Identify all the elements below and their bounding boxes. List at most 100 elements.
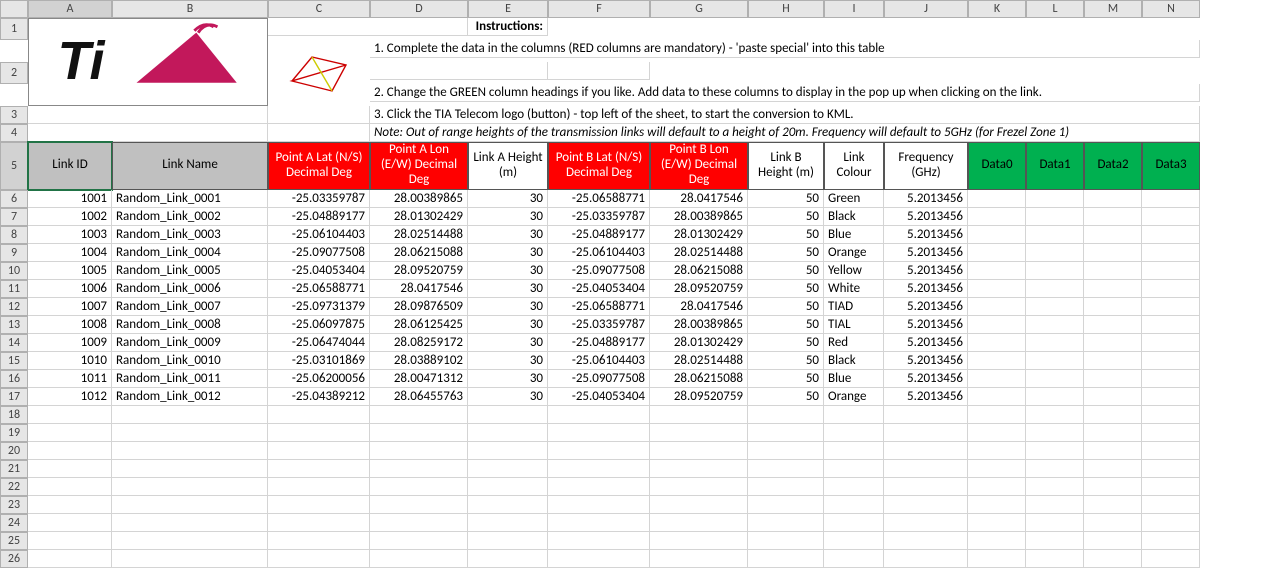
- cell-blon-6[interactable]: 28.0417546: [650, 190, 748, 208]
- cell-empty-25-10[interactable]: [968, 532, 1026, 550]
- cell-empty-26-2[interactable]: [268, 550, 370, 568]
- cell-data2-10[interactable]: [1084, 262, 1142, 280]
- cell-data2-7[interactable]: [1084, 208, 1142, 226]
- cell-empty-23-13[interactable]: [1142, 496, 1200, 514]
- cell-empty-25-0[interactable]: [28, 532, 112, 550]
- cell-bh-15[interactable]: 50: [748, 352, 824, 370]
- cell-blat-7[interactable]: -25.03359787: [548, 208, 650, 226]
- cell-empty-18-1[interactable]: [112, 406, 268, 424]
- cell-empty-26-6[interactable]: [650, 550, 748, 568]
- cell-freq-17[interactable]: 5.2013456: [884, 388, 968, 406]
- cell-alon-9[interactable]: 28.06215088: [370, 244, 468, 262]
- cell-empty-26-3[interactable]: [370, 550, 468, 568]
- cell-ah-12[interactable]: 30: [468, 298, 548, 316]
- cell-empty-26-10[interactable]: [968, 550, 1026, 568]
- cell-data2-17[interactable]: [1084, 388, 1142, 406]
- cell-alat-7[interactable]: -25.04889177: [268, 208, 370, 226]
- cell-alon-16[interactable]: 28.00471312: [370, 370, 468, 388]
- cell-empty-24-4[interactable]: [468, 514, 548, 532]
- cell-empty-21-0[interactable]: [28, 460, 112, 478]
- cell-colour-16[interactable]: Blue: [824, 370, 884, 388]
- cell-empty-23-2[interactable]: [268, 496, 370, 514]
- cell-empty-22-3[interactable]: [370, 478, 468, 496]
- column-header-D[interactable]: D: [370, 0, 468, 18]
- cell-link-id-11[interactable]: 1006: [28, 280, 112, 298]
- row-header-17[interactable]: 17: [0, 388, 28, 406]
- cell-bh-12[interactable]: 50: [748, 298, 824, 316]
- cell-freq-8[interactable]: 5.2013456: [884, 226, 968, 244]
- row-header-7[interactable]: 7: [0, 208, 28, 226]
- cell-alon-14[interactable]: 28.08259172: [370, 334, 468, 352]
- cell-empty-19-10[interactable]: [968, 424, 1026, 442]
- cell-blat-14[interactable]: -25.04889177: [548, 334, 650, 352]
- cell-link-name-7[interactable]: Random_Link_0002: [112, 208, 268, 226]
- cell-alon-15[interactable]: 28.03889102: [370, 352, 468, 370]
- cell-empty-22-1[interactable]: [112, 478, 268, 496]
- cell-data1-7[interactable]: [1026, 208, 1084, 226]
- cell-empty-25-7[interactable]: [748, 532, 824, 550]
- cell-empty-22-13[interactable]: [1142, 478, 1200, 496]
- cell-alon-7[interactable]: 28.01302429: [370, 208, 468, 226]
- cell-colour-13[interactable]: TIAL: [824, 316, 884, 334]
- cell-data0-10[interactable]: [968, 262, 1026, 280]
- cell-ah-11[interactable]: 30: [468, 280, 548, 298]
- tia-logo-button[interactable]: Ti: [28, 18, 268, 106]
- cell-empty-20-2[interactable]: [268, 442, 370, 460]
- cell-alat-12[interactable]: -25.09731379: [268, 298, 370, 316]
- cell-link-name-6[interactable]: Random_Link_0001: [112, 190, 268, 208]
- cell-link-name-11[interactable]: Random_Link_0006: [112, 280, 268, 298]
- cell-ah-6[interactable]: 30: [468, 190, 548, 208]
- cell-blon-17[interactable]: 28.09520759: [650, 388, 748, 406]
- cell-blat-10[interactable]: -25.09077508: [548, 262, 650, 280]
- cell-bh-16[interactable]: 50: [748, 370, 824, 388]
- row-header-6[interactable]: 6: [0, 190, 28, 208]
- cell-empty-19-5[interactable]: [548, 424, 650, 442]
- row-header-26[interactable]: 26: [0, 550, 28, 568]
- row-header-11[interactable]: 11: [0, 280, 28, 298]
- cell-data2-9[interactable]: [1084, 244, 1142, 262]
- cell-data3-14[interactable]: [1142, 334, 1200, 352]
- cell-blon-7[interactable]: 28.00389865: [650, 208, 748, 226]
- cell-freq-14[interactable]: 5.2013456: [884, 334, 968, 352]
- cell-freq-16[interactable]: 5.2013456: [884, 370, 968, 388]
- row-header-22[interactable]: 22: [0, 478, 28, 496]
- cell-empty-24-12[interactable]: [1084, 514, 1142, 532]
- cell-data2-13[interactable]: [1084, 316, 1142, 334]
- cell-alat-13[interactable]: -25.06097875: [268, 316, 370, 334]
- column-header-L[interactable]: L: [1026, 0, 1084, 18]
- cell-empty-19-3[interactable]: [370, 424, 468, 442]
- cell-empty-20-9[interactable]: [884, 442, 968, 460]
- cell-blat-16[interactable]: -25.09077508: [548, 370, 650, 388]
- cell-empty-21-12[interactable]: [1084, 460, 1142, 478]
- cell-empty-22-0[interactable]: [28, 478, 112, 496]
- cell-alon-10[interactable]: 28.09520759: [370, 262, 468, 280]
- cell-data3-17[interactable]: [1142, 388, 1200, 406]
- cell-empty-24-2[interactable]: [268, 514, 370, 532]
- column-header-H[interactable]: H: [748, 0, 824, 18]
- cell-data1-14[interactable]: [1026, 334, 1084, 352]
- cell-alon-11[interactable]: 28.0417546: [370, 280, 468, 298]
- cell-empty-23-5[interactable]: [548, 496, 650, 514]
- cell-data3-6[interactable]: [1142, 190, 1200, 208]
- cell-colour-6[interactable]: Green: [824, 190, 884, 208]
- cell-data3-7[interactable]: [1142, 208, 1200, 226]
- cell-empty-25-1[interactable]: [112, 532, 268, 550]
- cell-empty-21-6[interactable]: [650, 460, 748, 478]
- cell-empty-24-8[interactable]: [824, 514, 884, 532]
- select-all-corner[interactable]: [0, 0, 28, 18]
- cell-empty-26-8[interactable]: [824, 550, 884, 568]
- cell-data2-6[interactable]: [1084, 190, 1142, 208]
- cell-blat-15[interactable]: -25.06104403: [548, 352, 650, 370]
- cell-freq-13[interactable]: 5.2013456: [884, 316, 968, 334]
- cell-A2-B2[interactable]: [370, 62, 548, 80]
- cell-data2-12[interactable]: [1084, 298, 1142, 316]
- cell-data0-7[interactable]: [968, 208, 1026, 226]
- cell-alat-10[interactable]: -25.04053404: [268, 262, 370, 280]
- cell-empty-18-8[interactable]: [824, 406, 884, 424]
- cell-empty-22-7[interactable]: [748, 478, 824, 496]
- column-header-N[interactable]: N: [1142, 0, 1200, 18]
- cell-link-name-8[interactable]: Random_Link_0003: [112, 226, 268, 244]
- cell-empty-21-2[interactable]: [268, 460, 370, 478]
- cell-bh-13[interactable]: 50: [748, 316, 824, 334]
- cell-empty-22-2[interactable]: [268, 478, 370, 496]
